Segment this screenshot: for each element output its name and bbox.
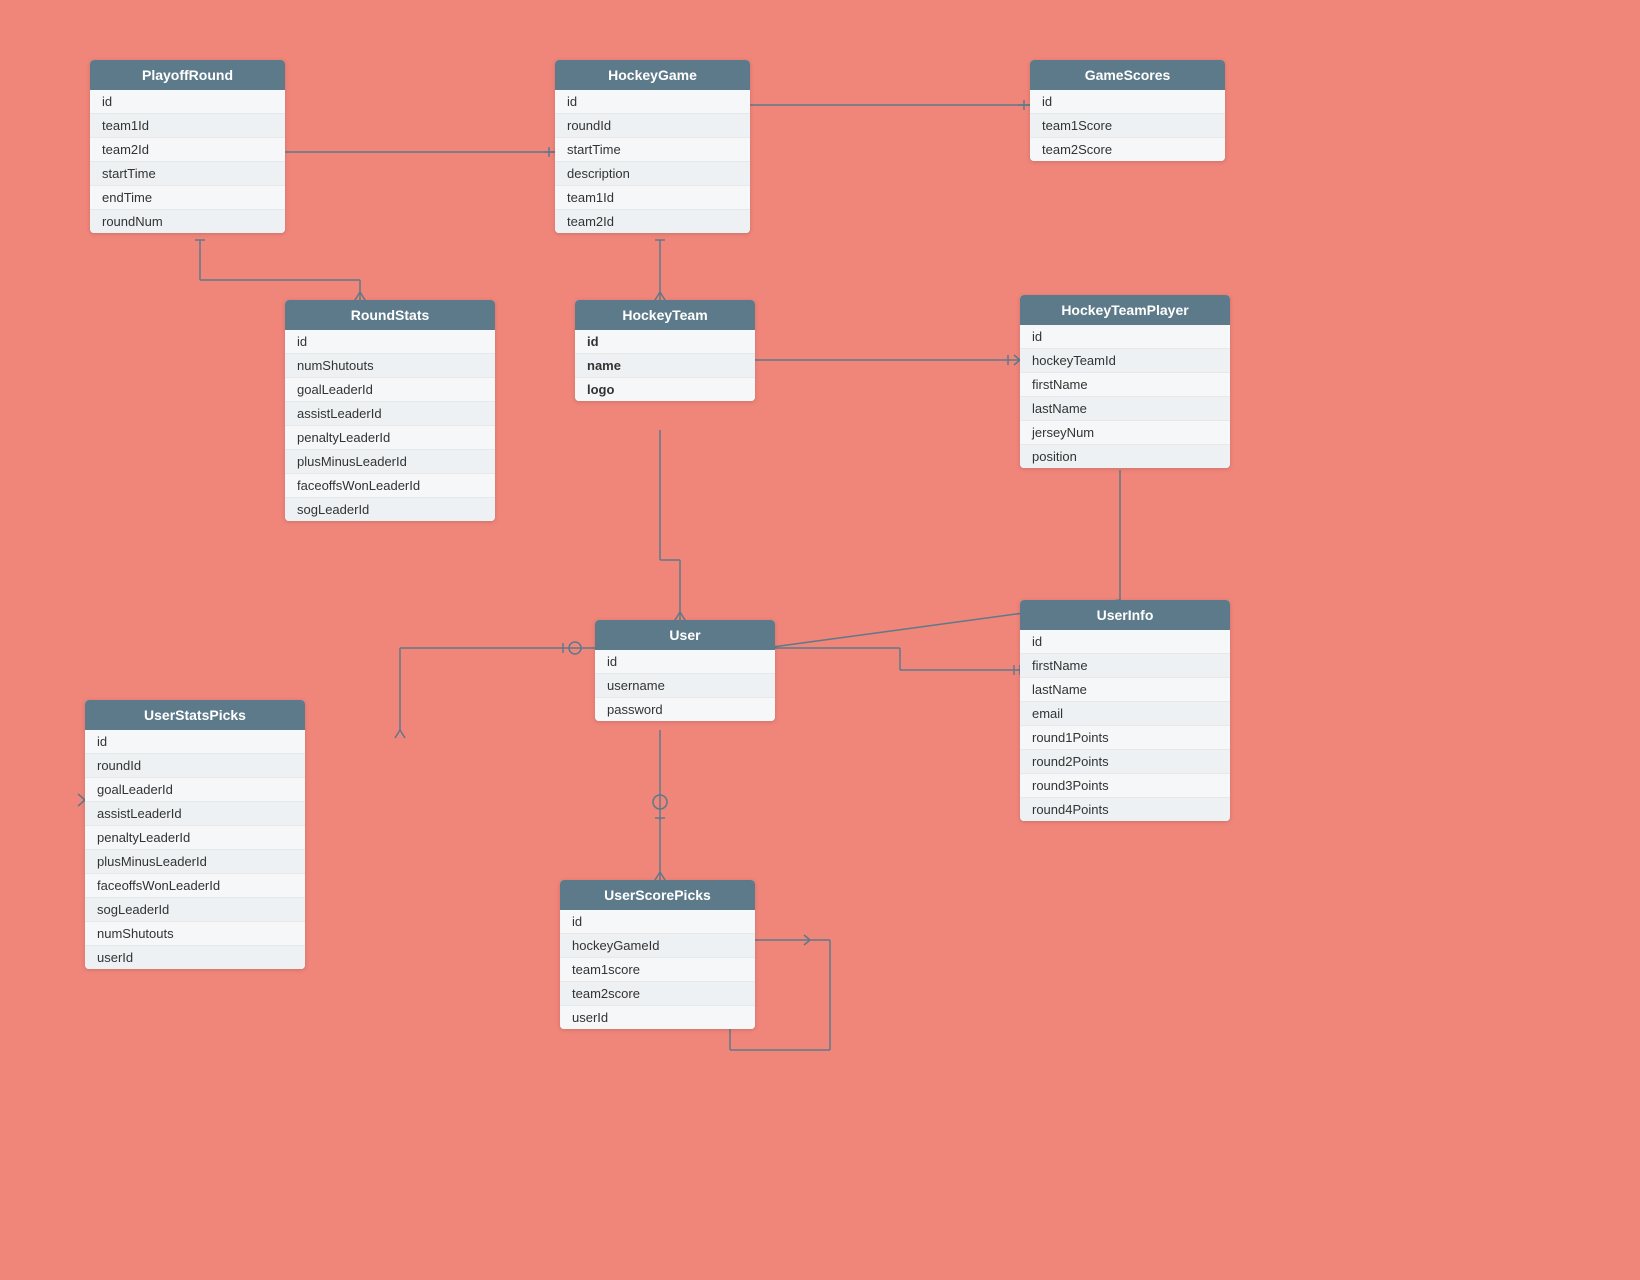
- field-usp-roundid: roundId: [85, 754, 305, 778]
- field-htp-jerseynum: jerseyNum: [1020, 421, 1230, 445]
- field-rs-assistleaderid: assistLeaderId: [285, 402, 495, 426]
- table-hockey-team: HockeyTeam id name logo: [575, 300, 755, 401]
- field-hg-id: id: [555, 90, 750, 114]
- field-pr-endtime: endTime: [90, 186, 285, 210]
- field-uscp-team2score: team2score: [560, 982, 755, 1006]
- field-htp-firstname: firstName: [1020, 373, 1230, 397]
- table-header-game-scores: GameScores: [1030, 60, 1225, 90]
- field-uscp-hockeygameid: hockeyGameId: [560, 934, 755, 958]
- field-usp-userid: userId: [85, 946, 305, 969]
- field-pr-team2id: team2Id: [90, 138, 285, 162]
- table-header-user-info: UserInfo: [1020, 600, 1230, 630]
- field-u-username: username: [595, 674, 775, 698]
- table-header-hockey-game: HockeyGame: [555, 60, 750, 90]
- field-htp-position: position: [1020, 445, 1230, 468]
- field-uscp-id: id: [560, 910, 755, 934]
- table-hockey-team-player: HockeyTeamPlayer id hockeyTeamId firstNa…: [1020, 295, 1230, 468]
- table-playoff-round: PlayoffRound id team1Id team2Id startTim…: [90, 60, 285, 233]
- field-usp-id: id: [85, 730, 305, 754]
- field-hg-team1id: team1Id: [555, 186, 750, 210]
- field-ht-id: id: [575, 330, 755, 354]
- field-pr-id: id: [90, 90, 285, 114]
- field-ht-name: name: [575, 354, 755, 378]
- field-ui-round1points: round1Points: [1020, 726, 1230, 750]
- table-game-scores: GameScores id team1Score team2Score: [1030, 60, 1225, 161]
- field-hg-starttime: startTime: [555, 138, 750, 162]
- table-header-hockey-team-player: HockeyTeamPlayer: [1020, 295, 1230, 325]
- field-gs-team2score: team2Score: [1030, 138, 1225, 161]
- field-rs-plusminusleaderid: plusMinusLeaderId: [285, 450, 495, 474]
- field-rs-id: id: [285, 330, 495, 354]
- field-rs-faceoffswonleaderid: faceoffsWonLeaderId: [285, 474, 495, 498]
- field-usp-plusminusleaderid: plusMinusLeaderId: [85, 850, 305, 874]
- table-header-hockey-team: HockeyTeam: [575, 300, 755, 330]
- field-pr-roundnum: roundNum: [90, 210, 285, 233]
- field-usp-numshutouts: numShutouts: [85, 922, 305, 946]
- field-usp-penaltyleaderid: penaltyLeaderId: [85, 826, 305, 850]
- table-header-user: User: [595, 620, 775, 650]
- table-round-stats: RoundStats id numShutouts goalLeaderId a…: [285, 300, 495, 521]
- field-ht-logo: logo: [575, 378, 755, 401]
- field-rs-sogleaderid: sogLeaderId: [285, 498, 495, 521]
- field-gs-id: id: [1030, 90, 1225, 114]
- table-header-user-stats-picks: UserStatsPicks: [85, 700, 305, 730]
- field-ui-firstname: firstName: [1020, 654, 1230, 678]
- table-user-stats-picks: UserStatsPicks id roundId goalLeaderId a…: [85, 700, 305, 969]
- field-htp-lastname: lastName: [1020, 397, 1230, 421]
- table-user-score-picks: UserScorePicks id hockeyGameId team1scor…: [560, 880, 755, 1029]
- table-user: User id username password: [595, 620, 775, 721]
- field-rs-numshutouts: numShutouts: [285, 354, 495, 378]
- table-header-playoff-round: PlayoffRound: [90, 60, 285, 90]
- table-hockey-game: HockeyGame id roundId startTime descript…: [555, 60, 750, 233]
- field-usp-goalleaderid: goalLeaderId: [85, 778, 305, 802]
- field-htp-id: id: [1020, 325, 1230, 349]
- field-gs-team1score: team1Score: [1030, 114, 1225, 138]
- field-u-id: id: [595, 650, 775, 674]
- field-pr-team1id: team1Id: [90, 114, 285, 138]
- table-header-user-score-picks: UserScorePicks: [560, 880, 755, 910]
- field-ui-id: id: [1020, 630, 1230, 654]
- field-usp-sogleaderid: sogLeaderId: [85, 898, 305, 922]
- field-ui-round3points: round3Points: [1020, 774, 1230, 798]
- field-uscp-userid: userId: [560, 1006, 755, 1029]
- field-ui-round2points: round2Points: [1020, 750, 1230, 774]
- field-rs-goalleaderid: goalLeaderId: [285, 378, 495, 402]
- field-hg-description: description: [555, 162, 750, 186]
- field-ui-lastname: lastName: [1020, 678, 1230, 702]
- field-uscp-team1score: team1score: [560, 958, 755, 982]
- field-ui-email: email: [1020, 702, 1230, 726]
- field-hg-roundid: roundId: [555, 114, 750, 138]
- table-header-round-stats: RoundStats: [285, 300, 495, 330]
- table-user-info: UserInfo id firstName lastName email rou…: [1020, 600, 1230, 821]
- diagram-container: PlayoffRound id team1Id team2Id startTim…: [0, 0, 1640, 1280]
- field-rs-penaltyleaderid: penaltyLeaderId: [285, 426, 495, 450]
- field-ui-round4points: round4Points: [1020, 798, 1230, 821]
- field-usp-assistleaderid: assistLeaderId: [85, 802, 305, 826]
- field-u-password: password: [595, 698, 775, 721]
- field-pr-starttime: startTime: [90, 162, 285, 186]
- field-htp-hockeyteamid: hockeyTeamId: [1020, 349, 1230, 373]
- field-hg-team2id: team2Id: [555, 210, 750, 233]
- field-usp-faceoffswonleaderid: faceoffsWonLeaderId: [85, 874, 305, 898]
